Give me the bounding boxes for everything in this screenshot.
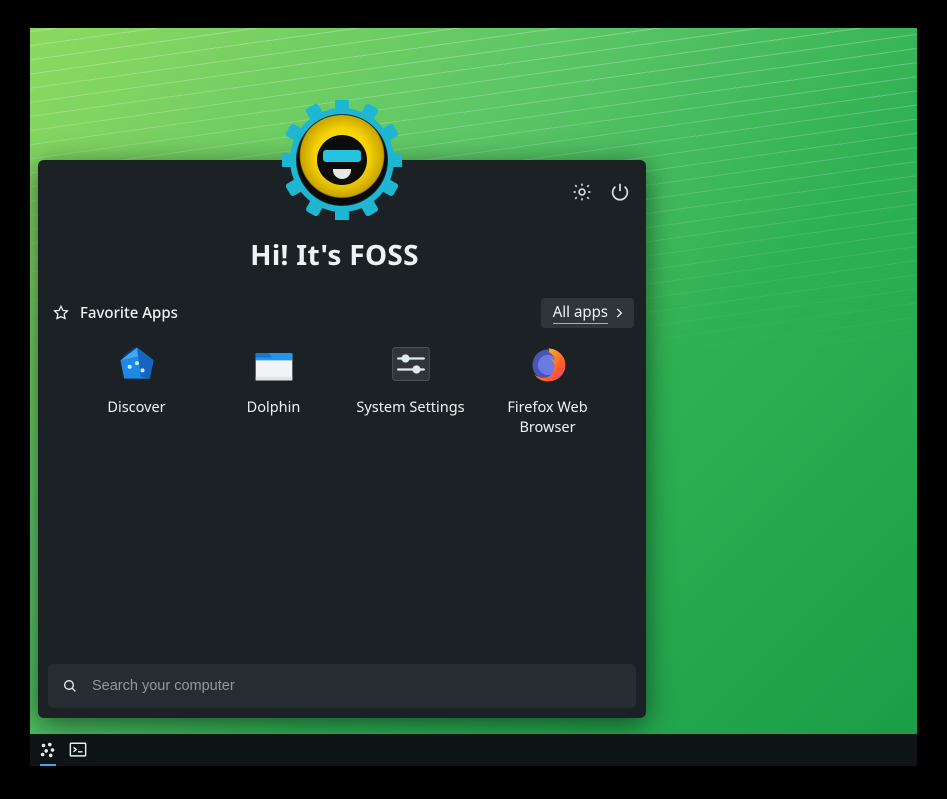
app-label: Dolphin bbox=[247, 398, 301, 418]
app-dolphin[interactable]: Dolphin bbox=[205, 336, 342, 437]
desktop-wallpaper: Hi! It's FOSS Favorite Apps All apps bbox=[30, 28, 917, 766]
user-avatar[interactable] bbox=[282, 100, 402, 220]
app-launcher-button[interactable] bbox=[38, 740, 58, 760]
discover-icon bbox=[115, 342, 159, 386]
app-launcher-icon bbox=[39, 741, 57, 759]
search-input[interactable] bbox=[92, 678, 622, 694]
power-icon bbox=[609, 181, 631, 203]
app-label: System Settings bbox=[356, 398, 464, 418]
search-icon bbox=[62, 678, 78, 694]
taskbar-terminal[interactable] bbox=[68, 740, 88, 760]
app-label: Firefox Web Browser bbox=[483, 398, 612, 437]
favorite-apps-grid: Discover Dolphin bbox=[68, 336, 616, 437]
taskbar bbox=[30, 734, 917, 766]
system-settings-icon bbox=[389, 342, 433, 386]
app-label: Discover bbox=[107, 398, 165, 418]
terminal-icon bbox=[69, 741, 87, 759]
application-launcher: Hi! It's FOSS Favorite Apps All apps bbox=[38, 160, 646, 718]
app-firefox[interactable]: Firefox Web Browser bbox=[479, 336, 616, 437]
power-button[interactable] bbox=[608, 180, 632, 204]
all-apps-button[interactable]: All apps bbox=[541, 298, 634, 328]
app-system-settings[interactable]: System Settings bbox=[342, 336, 479, 437]
settings-button[interactable] bbox=[570, 180, 594, 204]
greeting-text: Hi! It's FOSS bbox=[38, 236, 631, 274]
dolphin-icon bbox=[252, 342, 296, 386]
star-icon bbox=[52, 304, 70, 322]
gear-icon bbox=[571, 181, 593, 203]
app-discover[interactable]: Discover bbox=[68, 336, 205, 437]
section-title: Favorite Apps bbox=[80, 303, 178, 323]
chevron-right-icon bbox=[612, 306, 626, 320]
all-apps-label: All apps bbox=[553, 302, 608, 324]
firefox-icon bbox=[526, 342, 570, 386]
search-bar[interactable] bbox=[48, 664, 636, 708]
